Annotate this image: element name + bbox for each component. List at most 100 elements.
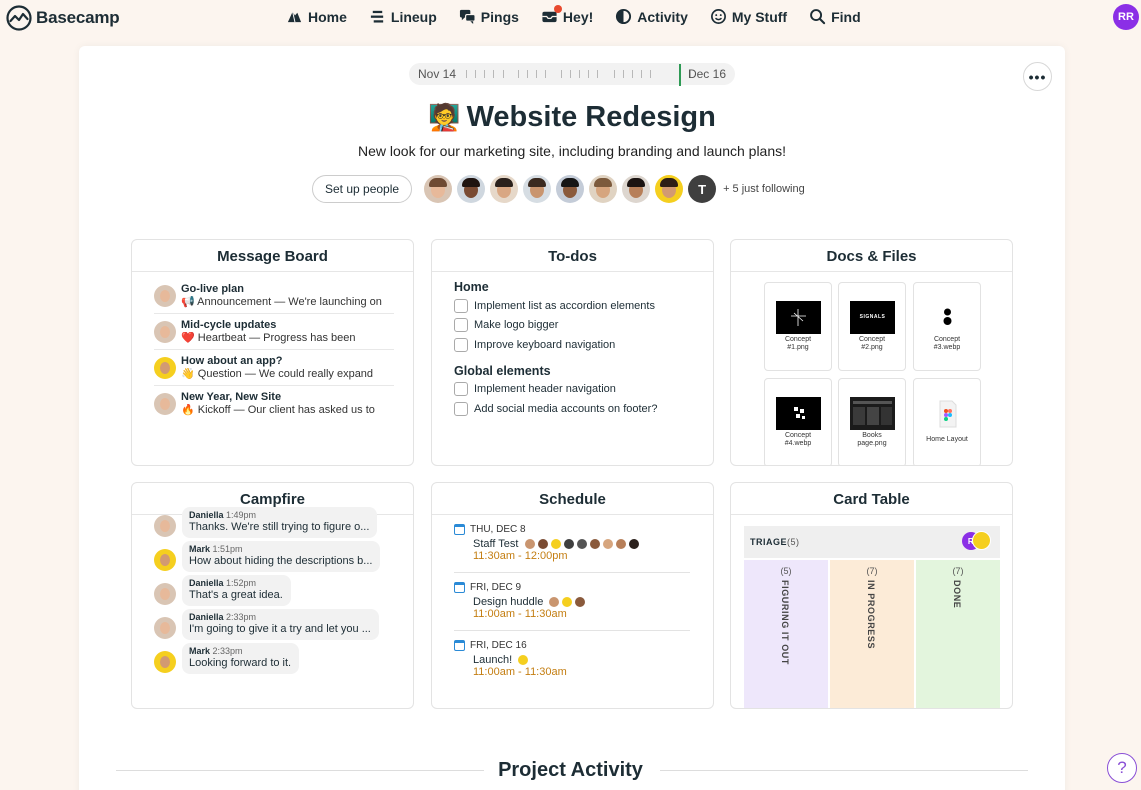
top-navigation: Basecamp Home Lineup Pings Hey! Activity…: [0, 0, 1141, 36]
event-time: 11:30am - 12:00pm: [473, 550, 568, 562]
person-avatar[interactable]: [523, 175, 552, 203]
more-options-button[interactable]: •••: [1023, 62, 1052, 91]
help-button[interactable]: ?: [1107, 753, 1137, 783]
message-title: How about an app?: [181, 355, 283, 367]
nav-find[interactable]: Find: [809, 8, 861, 25]
event-date-row: THU, DEC 8: [454, 524, 690, 535]
todo-checkbox[interactable]: [454, 318, 468, 333]
message-snippet: ❤️ Heartbeat — Progress has been: [181, 332, 356, 345]
todo-checkbox[interactable]: [454, 337, 468, 352]
file-tile[interactable]: Home Layout: [913, 378, 981, 465]
person-avatar[interactable]: [457, 175, 486, 203]
message-board-title[interactable]: Message Board: [132, 240, 413, 272]
person-avatar[interactable]: [556, 175, 585, 203]
message-emoji: 👋: [181, 368, 195, 380]
attendee-avatar: [628, 539, 639, 549]
campfire-card[interactable]: Campfire Daniella 1:49pm Thanks. We're st…: [131, 482, 414, 709]
person-avatar[interactable]: [490, 175, 519, 203]
project-title-row: 🧑‍🏫 Website Redesign: [79, 101, 1065, 134]
triage-column[interactable]: TRIAGE(5) R: [744, 526, 1000, 558]
chat-line: Mark 2:33pm Looking forward to it.: [154, 643, 413, 674]
card-table-card[interactable]: Card Table TRIAGE(5) R (5) FIGURING IT O…: [730, 482, 1013, 709]
schedule-title[interactable]: Schedule: [432, 483, 713, 515]
nav-pings-label: Pings: [480, 8, 519, 25]
todo-checkbox[interactable]: [454, 401, 468, 416]
project-title[interactable]: Website Redesign: [467, 101, 716, 133]
file-name-line: #2.png: [861, 344, 883, 351]
file-name-line: page.png: [857, 440, 887, 447]
file-tile[interactable]: SIGNALS Concept #2.png: [838, 282, 906, 371]
todo-item[interactable]: Implement list as accordion elements: [454, 296, 713, 316]
todos-title[interactable]: To-dos: [432, 240, 713, 272]
file-tile[interactable]: Concept #4.webp: [764, 378, 832, 465]
schedule-card[interactable]: Schedule THU, DEC 8 Staff Test 11:30am -…: [431, 482, 714, 709]
file-tile[interactable]: Concept #3.webp: [913, 282, 981, 371]
following-count[interactable]: + 5 just following: [723, 183, 805, 195]
message-item[interactable]: Go-live plan 📢 Announcement — We're laun…: [154, 278, 394, 314]
chat-time: 2:33pm: [226, 612, 257, 622]
project-activity-title[interactable]: Project Activity: [0, 759, 1141, 782]
message-item[interactable]: How about an app? 👋 Question — We could …: [154, 350, 394, 386]
todo-item[interactable]: Make logo bigger: [454, 316, 713, 336]
chat-bubble: Mark 1:51pm How about hiding the descript…: [182, 541, 381, 572]
person-avatar[interactable]: [622, 175, 651, 203]
column-label: FIGURING IT OUT: [780, 580, 790, 665]
file-tile[interactable]: Concept #1.png: [764, 282, 832, 371]
message-board-card[interactable]: Message Board Go-live plan 📢 Announcemen…: [131, 239, 414, 466]
setup-people-button[interactable]: Set up people: [312, 175, 413, 203]
chat-avatar: [154, 617, 176, 639]
nav-home[interactable]: Home: [286, 8, 347, 25]
todo-item[interactable]: Add social media accounts on footer?: [454, 399, 713, 419]
todo-item[interactable]: Improve keyboard navigation: [454, 335, 713, 355]
todo-label: Implement list as accordion elements: [474, 299, 655, 312]
todo-group-title[interactable]: Home: [454, 280, 713, 294]
attendee-avatar: [518, 655, 529, 665]
docs-files-title[interactable]: Docs & Files: [731, 240, 1012, 272]
timeline-tick: [536, 70, 537, 78]
file-name-line: Concept: [858, 336, 886, 343]
schedule-event[interactable]: FRI, DEC 9 Design huddle 11:00am - 11:30…: [454, 573, 690, 631]
file-name-line: #1.png: [787, 344, 809, 351]
nav-lineup[interactable]: Lineup: [369, 8, 437, 25]
column-label: IN PROGRESS: [866, 580, 876, 650]
project-timeline[interactable]: Nov 14 Dec 16: [409, 63, 735, 86]
chat-bubble: Daniella 1:52pm That's a great idea.: [182, 575, 291, 606]
schedule-event[interactable]: THU, DEC 8 Staff Test 11:30am - 12:00pm: [454, 515, 690, 573]
nav-home-label: Home: [308, 8, 347, 25]
user-avatar[interactable]: RR: [1113, 4, 1139, 30]
person-avatar[interactable]: T: [688, 175, 717, 203]
docs-files-card[interactable]: Docs & Files Concept #1.png SIGNALS Conce…: [730, 239, 1013, 466]
person-avatar[interactable]: [424, 175, 453, 203]
event-date-row: FRI, DEC 9: [454, 582, 690, 593]
todos-card[interactable]: To-dos Home Implement list as accordion …: [431, 239, 714, 466]
todo-group-title[interactable]: Global elements: [454, 364, 713, 378]
schedule-event[interactable]: FRI, DEC 16 Launch! 11:00am - 11:30am: [454, 631, 690, 688]
person-avatar[interactable]: [589, 175, 618, 203]
column-count: (7): [866, 566, 878, 576]
todo-checkbox[interactable]: [454, 298, 468, 313]
nav-my-stuff[interactable]: My Stuff: [710, 8, 787, 25]
chat-meta: Daniella 2:33pm: [189, 612, 371, 623]
timeline-tick: [493, 70, 494, 78]
card-column[interactable]: (7) IN PROGRESS: [830, 560, 914, 708]
card-table-title[interactable]: Card Table: [731, 483, 1012, 515]
message-item[interactable]: Mid-cycle updates ❤️ Heartbeat — Progres…: [154, 314, 394, 350]
person-avatar[interactable]: [655, 175, 684, 203]
file-tile[interactable]: Books page.png: [838, 378, 906, 465]
todo-item[interactable]: Implement header navigation: [454, 380, 713, 400]
campfire-chat: Daniella 1:49pm Thanks. We're still tryin…: [132, 507, 413, 674]
nav-activity[interactable]: Activity: [615, 8, 688, 25]
todo-checkbox[interactable]: [454, 382, 468, 397]
nav-activity-label: Activity: [637, 8, 688, 25]
card-column[interactable]: (5) FIGURING IT OUT: [744, 560, 828, 708]
todo-label: Improve keyboard navigation: [474, 338, 616, 351]
timeline-start: Nov 14: [418, 67, 457, 81]
card-column[interactable]: (7) DONE: [916, 560, 1000, 708]
chat-avatar: [154, 549, 176, 571]
basecamp-logo[interactable]: Basecamp: [6, 5, 120, 31]
nav-hey[interactable]: Hey!: [541, 5, 593, 25]
nav-pings[interactable]: Pings: [459, 8, 519, 25]
event-time: 11:00am - 11:30am: [473, 608, 567, 620]
message-item[interactable]: New Year, New Site 🔥 Kickoff — Our clien…: [154, 386, 394, 421]
file-name: Home Layout: [914, 436, 980, 444]
